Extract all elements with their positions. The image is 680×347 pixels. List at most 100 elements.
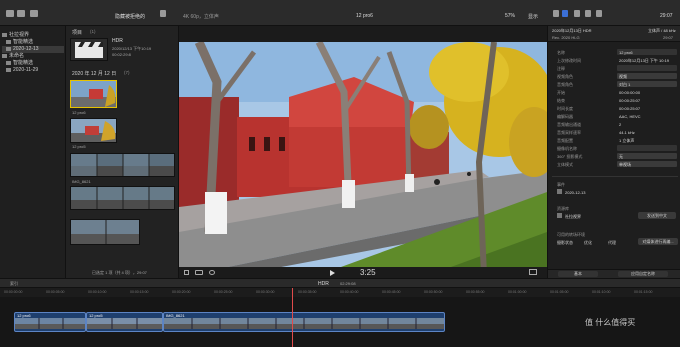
ruler-tick: 00:00:55:00 bbox=[466, 290, 485, 294]
duration-row: 时间长度 00:00:25:07 bbox=[557, 106, 641, 111]
video-frame-image bbox=[179, 42, 547, 275]
check-optimized[interactable]: 优化 bbox=[584, 240, 592, 246]
projection-row: 360° 投影模式无 bbox=[552, 153, 678, 161]
event-item-selected[interactable]: 2020-12-13 bbox=[2, 46, 64, 53]
inspector-footer: 基本 应用自定名称 bbox=[548, 269, 680, 278]
project-title-label: HDR bbox=[112, 38, 123, 44]
event-item[interactable]: 2020-11-29 bbox=[2, 67, 64, 74]
camera-name-row: 摄像机名称 bbox=[552, 145, 678, 153]
library-item[interactable]: 社拉视界 bbox=[2, 32, 64, 39]
inspector-duration: 29:07 bbox=[663, 35, 674, 40]
project-title: 12 pro6 bbox=[356, 13, 373, 19]
transcode-button[interactable]: 对媒体进行再编... bbox=[638, 238, 678, 245]
notes-field[interactable] bbox=[617, 65, 677, 71]
inspector-toggle-icon[interactable] bbox=[562, 10, 568, 17]
viewer-controls: 3:25 bbox=[179, 267, 547, 278]
clip-label: IMG_8621 bbox=[72, 179, 91, 184]
view-menu[interactable]: 显示 bbox=[528, 13, 538, 20]
ruler-tick: 00:01:10:00 bbox=[592, 290, 611, 294]
ruler-tick: 00:01:00:00 bbox=[508, 290, 527, 294]
folder-icon bbox=[6, 39, 11, 44]
projection-menu[interactable] bbox=[617, 153, 677, 159]
event-label: 事件 bbox=[557, 182, 565, 187]
section-count: (7) bbox=[124, 70, 130, 75]
speed-icon[interactable] bbox=[209, 270, 215, 275]
reveal-library-button[interactable]: 发送到中文 bbox=[638, 212, 676, 219]
timeline-project-name: HDR bbox=[318, 281, 329, 287]
color-icon[interactable] bbox=[574, 10, 580, 17]
audio-config-row: 音频配置 1 立体声 bbox=[557, 138, 635, 143]
smart-collection-item[interactable]: 智能精选 bbox=[2, 39, 64, 46]
library-value: 社拉视界 bbox=[565, 214, 581, 219]
timeline-clip[interactable]: 12 pro6 bbox=[14, 312, 86, 332]
section-count: (1) bbox=[90, 29, 96, 34]
audio-icon[interactable] bbox=[585, 10, 591, 17]
applied-label: 可用的转场环境 bbox=[557, 232, 585, 237]
playhead[interactable] bbox=[292, 288, 293, 347]
timeline-clip[interactable]: IMG_8621 bbox=[163, 312, 445, 332]
library-item[interactable]: 未命名 bbox=[2, 53, 64, 60]
audio-channels-row: 音频输出通道 2 bbox=[557, 122, 622, 127]
library-icon[interactable] bbox=[6, 10, 14, 17]
transform-icon[interactable] bbox=[195, 270, 203, 275]
inspector-audio-format: 立体声 / 48 kHz bbox=[648, 28, 676, 33]
project-thumbnail[interactable] bbox=[70, 38, 108, 61]
section-header-date[interactable]: 2020 年 12 月 12 日 bbox=[72, 70, 116, 77]
event-icon bbox=[6, 67, 11, 72]
ruler-tick: 00:00:15:00 bbox=[130, 290, 149, 294]
timeline-clip[interactable]: 12 pro5 bbox=[86, 312, 163, 332]
camera-name-field[interactable] bbox=[617, 145, 677, 151]
video-role-row: 视频角色 视频 bbox=[552, 73, 678, 81]
check-status[interactable]: 摄影状态 bbox=[557, 240, 573, 246]
viewer: 3:25 bbox=[179, 26, 547, 278]
media-browser: 项目 (1) HDR 2020/12/13 下午10:19 00:02:29:8… bbox=[66, 26, 179, 278]
timeline-toolbar: 索引 HDR 02:29:08 bbox=[0, 278, 680, 288]
smart-collection-item[interactable]: 智能精选 bbox=[2, 60, 64, 67]
zoom-menu[interactable]: 57% bbox=[505, 13, 515, 19]
clip-filmstrip[interactable] bbox=[70, 153, 175, 177]
end-row: 结束 00:00:25:07 bbox=[557, 98, 641, 103]
index-button[interactable]: 索引 bbox=[10, 281, 18, 287]
selection-status: 已选定 1 项（共 4 项），29:07 bbox=[92, 270, 147, 275]
event-icon bbox=[557, 189, 562, 194]
clip-filmstrip bbox=[164, 318, 444, 329]
ruler-tick: 00:00:35:00 bbox=[298, 290, 317, 294]
top-toolbar: 隐藏被拒绝的 4K 60p，立体声 12 pro6 57% 显示 29:07 bbox=[0, 0, 680, 26]
timeline-ruler: 00:00:00:00 00:00:05:00 00:00:10:00 00:0… bbox=[0, 288, 680, 297]
play-icon[interactable] bbox=[330, 270, 335, 276]
ruler-tick: 00:00:05:00 bbox=[46, 290, 65, 294]
titles-icon[interactable] bbox=[30, 10, 38, 17]
fullscreen-icon[interactable] bbox=[529, 269, 537, 275]
clip-filmstrip[interactable] bbox=[70, 219, 140, 245]
section-header-projects[interactable]: 项目 bbox=[72, 29, 82, 36]
apply-custom-name-button[interactable]: 应用自定名称 bbox=[618, 271, 668, 277]
name-row: 名称 12 pro6 bbox=[552, 49, 678, 57]
viewer-header bbox=[179, 26, 547, 42]
ruler-tick: 00:00:25:00 bbox=[214, 290, 233, 294]
format-label: 4K 60p，立体声 bbox=[183, 14, 219, 20]
share-icon[interactable] bbox=[596, 10, 602, 17]
event-icon bbox=[6, 46, 11, 51]
library-icon bbox=[2, 32, 7, 37]
inspector-title: 2020年12月13日 HDR bbox=[552, 28, 592, 33]
start-row: 开始 00:00:00:00 bbox=[557, 90, 641, 95]
ruler-tick: 00:00:00:00 bbox=[4, 290, 23, 294]
settings-icon[interactable] bbox=[553, 10, 559, 17]
clip-filmstrip bbox=[15, 318, 85, 329]
check-proxy[interactable]: 代理 bbox=[608, 240, 616, 246]
clip-thumbnail[interactable] bbox=[70, 118, 117, 143]
clip-thumbnail-selected[interactable] bbox=[70, 80, 117, 108]
hide-rejected-filter[interactable]: 隐藏被拒绝的 bbox=[115, 13, 145, 20]
audio-role-row: 音频角色 对白 1 bbox=[552, 81, 678, 89]
ruler-tick: 00:01:15:00 bbox=[634, 290, 653, 294]
viewer-timecode: 3:25 bbox=[360, 268, 376, 277]
inspector-panel: 2020年12月13日 HDR Rec. 2020 HLG 立体声 / 48 k… bbox=[547, 26, 680, 278]
metadata-view-menu[interactable]: 基本 bbox=[558, 271, 598, 277]
clip-filmstrip[interactable] bbox=[70, 186, 175, 210]
photos-icon[interactable] bbox=[17, 10, 25, 17]
grid-view-icon[interactable] bbox=[160, 10, 166, 17]
event-value: 2020-12-13 bbox=[565, 190, 586, 195]
sample-rate-row: 音频采样速率 44.1 kHz bbox=[557, 130, 635, 135]
crop-icon[interactable] bbox=[184, 270, 189, 275]
ruler-tick: 00:00:50:00 bbox=[424, 290, 443, 294]
